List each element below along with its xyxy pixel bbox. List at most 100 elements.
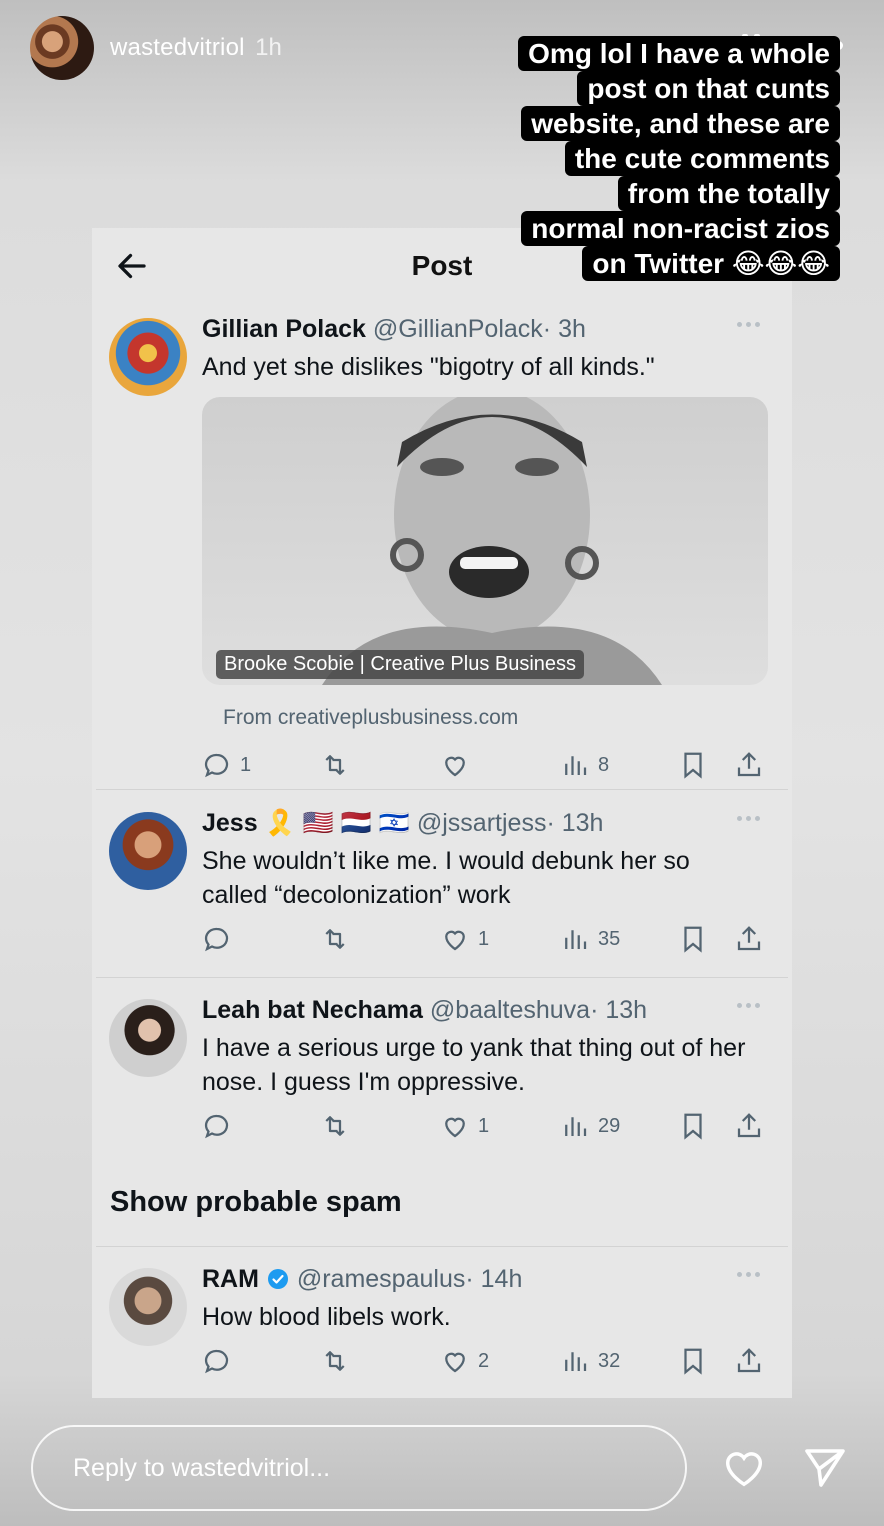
- author-handle[interactable]: @baalteshuva: [430, 996, 590, 1024]
- show-probable-spam[interactable]: Show probable spam: [110, 1186, 402, 1219]
- tweet-text: And yet she dislikes "bigotry of all kin…: [202, 353, 655, 381]
- tweet-time: · 3h: [542, 315, 586, 343]
- tweet-header: RAM @ramespaulus· 14h: [202, 1265, 522, 1294]
- reply-button[interactable]: 1: [202, 748, 251, 782]
- bookmark-button[interactable]: [678, 1109, 708, 1143]
- caption-line: post on that cunts: [577, 71, 840, 106]
- tweet-header: Leah bat Nechama @baalteshuva· 13h: [202, 996, 647, 1025]
- like-count: 1: [478, 927, 490, 950]
- views-button[interactable]: 29: [560, 1109, 620, 1143]
- share-button[interactable]: [734, 1109, 764, 1143]
- verified-badge-icon: [267, 1269, 288, 1289]
- caption-line: the cute comments: [564, 141, 840, 176]
- author-handle[interactable]: @ramespaulus: [297, 1265, 466, 1293]
- avatar[interactable]: [109, 318, 187, 396]
- send-icon[interactable]: [800, 1443, 850, 1491]
- like-button[interactable]: 1: [440, 922, 489, 956]
- bookmark-icon: [684, 926, 702, 953]
- caption-line: Omg lol I have a whole: [518, 36, 840, 71]
- bookmark-icon: [684, 752, 702, 779]
- divider: [96, 1246, 788, 1247]
- author-name[interactable]: Gillian Polack: [202, 315, 366, 343]
- heart-icon: [445, 930, 465, 951]
- divider: [96, 789, 788, 790]
- author-name[interactable]: Jess 🎗️ 🇺🇸 🇳🇱 🇮🇱: [202, 809, 410, 837]
- heart-icon: [445, 1117, 465, 1138]
- story-avatar[interactable]: [30, 16, 94, 80]
- views-icon: [565, 1117, 587, 1136]
- views-icon: [565, 930, 587, 949]
- divider: [96, 977, 788, 978]
- bookmark-button[interactable]: [678, 1344, 708, 1378]
- more-icon[interactable]: [737, 1003, 760, 1008]
- view-count: 8: [598, 753, 610, 776]
- avatar[interactable]: [109, 812, 187, 890]
- share-icon: [737, 1113, 761, 1138]
- retweet-icon: [325, 929, 345, 949]
- retweet-button[interactable]: [320, 748, 358, 782]
- like-story-heart-icon[interactable]: [719, 1445, 769, 1491]
- share-button[interactable]: [734, 748, 764, 782]
- link-card-image[interactable]: Brooke Scobie | Creative Plus Business: [202, 397, 768, 685]
- caption-line: on Twitter 😂😂😂: [582, 246, 840, 281]
- retweet-button[interactable]: [320, 1344, 358, 1378]
- reply-icon: [204, 1349, 229, 1374]
- view-count: 29: [598, 1114, 621, 1137]
- retweet-icon: [325, 1116, 345, 1136]
- story-username[interactable]: wastedvitriol: [110, 34, 245, 61]
- bookmark-button[interactable]: [678, 748, 708, 782]
- reply-input[interactable]: Reply to wastedvitriol...: [31, 1425, 687, 1511]
- reply-placeholder: Reply to wastedvitriol...: [73, 1454, 331, 1482]
- author-name[interactable]: RAM: [202, 1265, 259, 1293]
- caption-line: normal non-racist zios: [521, 211, 840, 246]
- share-icon: [737, 1348, 761, 1373]
- link-card-source[interactable]: From creativeplusbusiness.com: [223, 706, 518, 730]
- more-icon[interactable]: [737, 322, 760, 327]
- author-name[interactable]: Leah bat Nechama: [202, 996, 423, 1024]
- heart-icon: [445, 756, 465, 777]
- like-button[interactable]: 1: [440, 1109, 489, 1143]
- views-button[interactable]: 8: [560, 748, 609, 782]
- share-icon: [737, 752, 761, 777]
- views-button[interactable]: 32: [560, 1344, 620, 1378]
- reply-button[interactable]: [202, 1344, 240, 1378]
- tweet[interactable]: Leah bat Nechama @baalteshuva· 13h I hav…: [92, 995, 792, 1155]
- avatar[interactable]: [109, 999, 187, 1077]
- retweet-button[interactable]: [320, 1109, 358, 1143]
- views-button[interactable]: 35: [560, 922, 620, 956]
- tweet-actions: 1 8: [202, 748, 772, 782]
- reply-icon: [204, 753, 229, 778]
- reply-button[interactable]: [202, 922, 240, 956]
- heart-icon: [445, 1352, 465, 1373]
- caption-line: website, and these are: [521, 106, 840, 141]
- tweet[interactable]: Jess 🎗️ 🇺🇸 🇳🇱 🇮🇱 @jssartjess· 13h She wo…: [92, 808, 792, 968]
- caption-line: from the totally: [617, 176, 840, 211]
- tweet[interactable]: RAM @ramespaulus· 14h How blood libels w…: [92, 1264, 792, 1394]
- tweet-text: How blood libels work.: [202, 1303, 451, 1331]
- bookmark-button[interactable]: [678, 922, 708, 956]
- author-handle[interactable]: @jssartjess: [417, 809, 547, 837]
- reply-icon: [204, 1114, 229, 1139]
- like-button[interactable]: 2: [440, 1344, 489, 1378]
- tweet-screenshot: Post Gillian Polack @GillianPolack· 3h A…: [92, 228, 792, 1398]
- tweet-actions: 2 32: [202, 1344, 772, 1378]
- bookmark-icon: [684, 1348, 702, 1375]
- tweet-time: · 13h: [546, 809, 604, 837]
- more-icon[interactable]: [737, 816, 760, 821]
- tweet[interactable]: Gillian Polack @GillianPolack· 3h And ye…: [92, 314, 792, 784]
- retweet-button[interactable]: [320, 922, 358, 956]
- views-icon: [565, 1352, 587, 1371]
- avatar[interactable]: [109, 1268, 187, 1346]
- reply-button[interactable]: [202, 1109, 240, 1143]
- share-button[interactable]: [734, 922, 764, 956]
- more-icon[interactable]: [737, 1272, 760, 1277]
- share-button[interactable]: [734, 1344, 764, 1378]
- tweet-actions: 1 35: [202, 922, 772, 956]
- tweet-time: · 13h: [590, 996, 648, 1024]
- like-button[interactable]: [440, 748, 478, 782]
- reply-count: 1: [240, 753, 252, 776]
- retweet-icon: [325, 1351, 345, 1371]
- author-handle[interactable]: @GillianPolack: [373, 315, 543, 343]
- view-count: 35: [598, 927, 621, 950]
- reply-icon: [204, 927, 229, 952]
